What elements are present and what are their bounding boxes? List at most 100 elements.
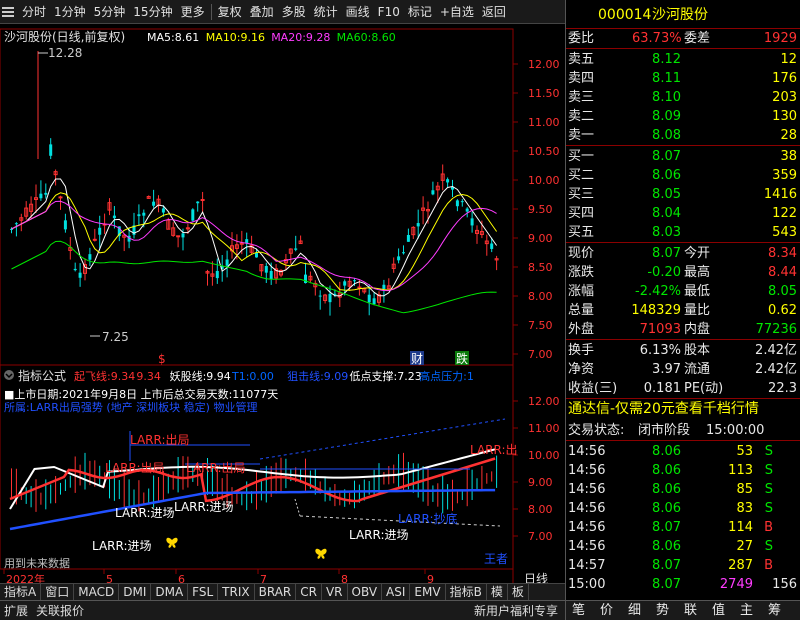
stat-value: 8.34 (768, 246, 797, 261)
tab-obv[interactable]: OBV (348, 583, 383, 601)
toolbar-more[interactable]: 更多 (177, 0, 209, 24)
tab-emv[interactable]: EMV (410, 583, 446, 601)
kline-chart-area[interactable]: 沙河股份(日线,前复权) MA5:8.61 MA10:9.16 MA20:9.28 M… (0, 24, 565, 594)
tick-time: 14:56 (568, 482, 606, 497)
ask-price: 8.10 (652, 90, 681, 105)
tab-trend[interactable]: 势 (656, 601, 669, 620)
larr-label-bottom: LARR:抄底 (398, 511, 458, 526)
tick-volume: 27 (736, 539, 753, 554)
bid-label: 买五 (568, 225, 595, 240)
event-marker-dividend[interactable]: $ (158, 352, 166, 366)
tab-template[interactable]: 模 (487, 583, 508, 601)
tab-value[interactable]: 值 (712, 601, 725, 620)
tab-trix[interactable]: TRIX (218, 583, 255, 601)
tab-window[interactable]: 窗口 (41, 583, 75, 601)
divider (566, 242, 800, 243)
tick-volume: 114 (728, 520, 753, 535)
toolbar-stats[interactable]: 统计 (310, 0, 342, 24)
trade-time: 15:00:00 (706, 423, 765, 438)
weicha-label: 委差 (684, 31, 711, 46)
tab-link[interactable]: 联 (684, 601, 697, 620)
tab-main[interactable]: 主 (740, 601, 753, 620)
tab-board[interactable]: 板 (508, 583, 529, 601)
candle-body (455, 200, 459, 207)
toolbar-multi[interactable]: 多股 (278, 0, 310, 24)
toolbar-back[interactable]: 返回 (478, 0, 510, 24)
bid-price: 8.03 (652, 225, 681, 240)
quote-row: 换手 6.13% 股本 2.42亿 (566, 341, 800, 360)
status-expand[interactable]: 扩展 (0, 602, 32, 619)
toolbar-draw[interactable]: 画线 (342, 0, 374, 24)
tab-macd[interactable]: MACD (74, 583, 120, 601)
tick-price: 8.07 (652, 577, 681, 592)
trade-status-value: 闭市阶段 (638, 423, 691, 438)
indicator-tabs: 指标A 窗口 MACD DMI DMA FSL TRIX BRAR CR VR … (0, 583, 565, 601)
indicator-collapse-icon[interactable] (4, 370, 14, 380)
tab-cr[interactable]: CR (296, 583, 322, 601)
tick-time: 15:00 (568, 577, 606, 592)
fundamental-label: 股本 (684, 343, 711, 358)
fundamental-value: 6.13% (639, 343, 681, 358)
quote-row: 14:57 8.07 287 B (566, 556, 800, 575)
stat-value: 8.44 (768, 265, 797, 280)
toolbar-overlay[interactable]: 叠加 (246, 0, 278, 24)
future-data-note: 用到未来数据 (4, 556, 70, 570)
tick-time: 14:56 (568, 501, 606, 516)
tab-asi[interactable]: ASI (382, 583, 411, 601)
toolbar-mark[interactable]: 标记 (404, 0, 436, 24)
tab-tick[interactable]: 笔 (572, 601, 585, 620)
candle-body (200, 199, 205, 202)
status-related-quotes[interactable]: 关联报价 (32, 602, 88, 619)
tab-indicator-a[interactable]: 指标A (0, 583, 42, 601)
ask-price: 8.09 (652, 109, 681, 124)
promo-text[interactable]: 通达信-仅需20元查看千档行情 (568, 400, 759, 419)
fundamental-label: 流通 (684, 362, 711, 377)
quote-row: 15:00 8.07 2749 156 (566, 575, 800, 594)
tab-detail[interactable]: 细 (628, 601, 641, 620)
tab-dma[interactable]: DMA (151, 583, 189, 601)
weibi-value: 63.73% (632, 31, 682, 46)
larr-label-entry-2: LARR:进场 (174, 500, 234, 514)
toolbar-f10[interactable]: F10 (374, 0, 404, 24)
toolbar-intraday[interactable]: 分时 (18, 0, 50, 24)
stat-value: 148329 (631, 303, 681, 318)
quote-row: 卖二 8.09 130 (566, 107, 800, 126)
tick-volume: 113 (728, 463, 753, 478)
indicator-name[interactable]: 指标公式 (18, 368, 66, 383)
toolbar-5min[interactable]: 5分钟 (90, 0, 130, 24)
candle-body (269, 270, 273, 280)
divider (566, 145, 800, 146)
divider (566, 440, 800, 441)
tab-price[interactable]: 价 (600, 601, 613, 620)
ask-volume: 12 (780, 52, 797, 67)
quote-row: 买二 8.06 359 (566, 166, 800, 185)
tab-chips[interactable]: 筹 (768, 601, 781, 620)
event-marker-finance[interactable]: 财 (411, 352, 423, 366)
toolbar-adjust[interactable]: 复权 (214, 0, 246, 24)
bid-volume: 359 (772, 168, 797, 183)
tab-brar[interactable]: BRAR (255, 583, 297, 601)
larr-label-exit-1: LARR:出局 (130, 433, 190, 447)
price-tick-label: 11.00 (528, 116, 560, 129)
status-new-user-promo[interactable]: 新用户福利专享 (470, 602, 562, 619)
bid-price: 8.07 (652, 149, 681, 164)
ask-label: 卖一 (568, 128, 595, 143)
candle-body (402, 252, 405, 254)
fundamental-value: 2.42亿 (755, 362, 797, 377)
promo-banner[interactable]: 通达信-仅需20元查看千档行情 (566, 400, 800, 420)
toolbar-add-watch[interactable]: +自选 (436, 0, 478, 24)
candle-body (470, 218, 474, 226)
toolbar-1min[interactable]: 1分钟 (50, 0, 90, 24)
quote-row: 收益(三) 0.181 PE(动) 22.3 (566, 379, 800, 398)
weibi-row: 委比 63.73% 委差 1929 (566, 29, 800, 48)
tab-fsl[interactable]: FSL (188, 583, 219, 601)
candle-body (92, 238, 97, 241)
quote-row: 卖五 8.12 12 (566, 50, 800, 69)
toolbar-15min[interactable]: 15分钟 (129, 0, 176, 24)
menu-icon[interactable] (2, 6, 14, 17)
tab-vr[interactable]: VR (322, 583, 348, 601)
bid-volume: 122 (772, 206, 797, 221)
tab-indicator-b[interactable]: 指标B (446, 583, 487, 601)
tab-dmi[interactable]: DMI (119, 583, 152, 601)
event-marker-drop[interactable]: 跌 (456, 351, 468, 366)
